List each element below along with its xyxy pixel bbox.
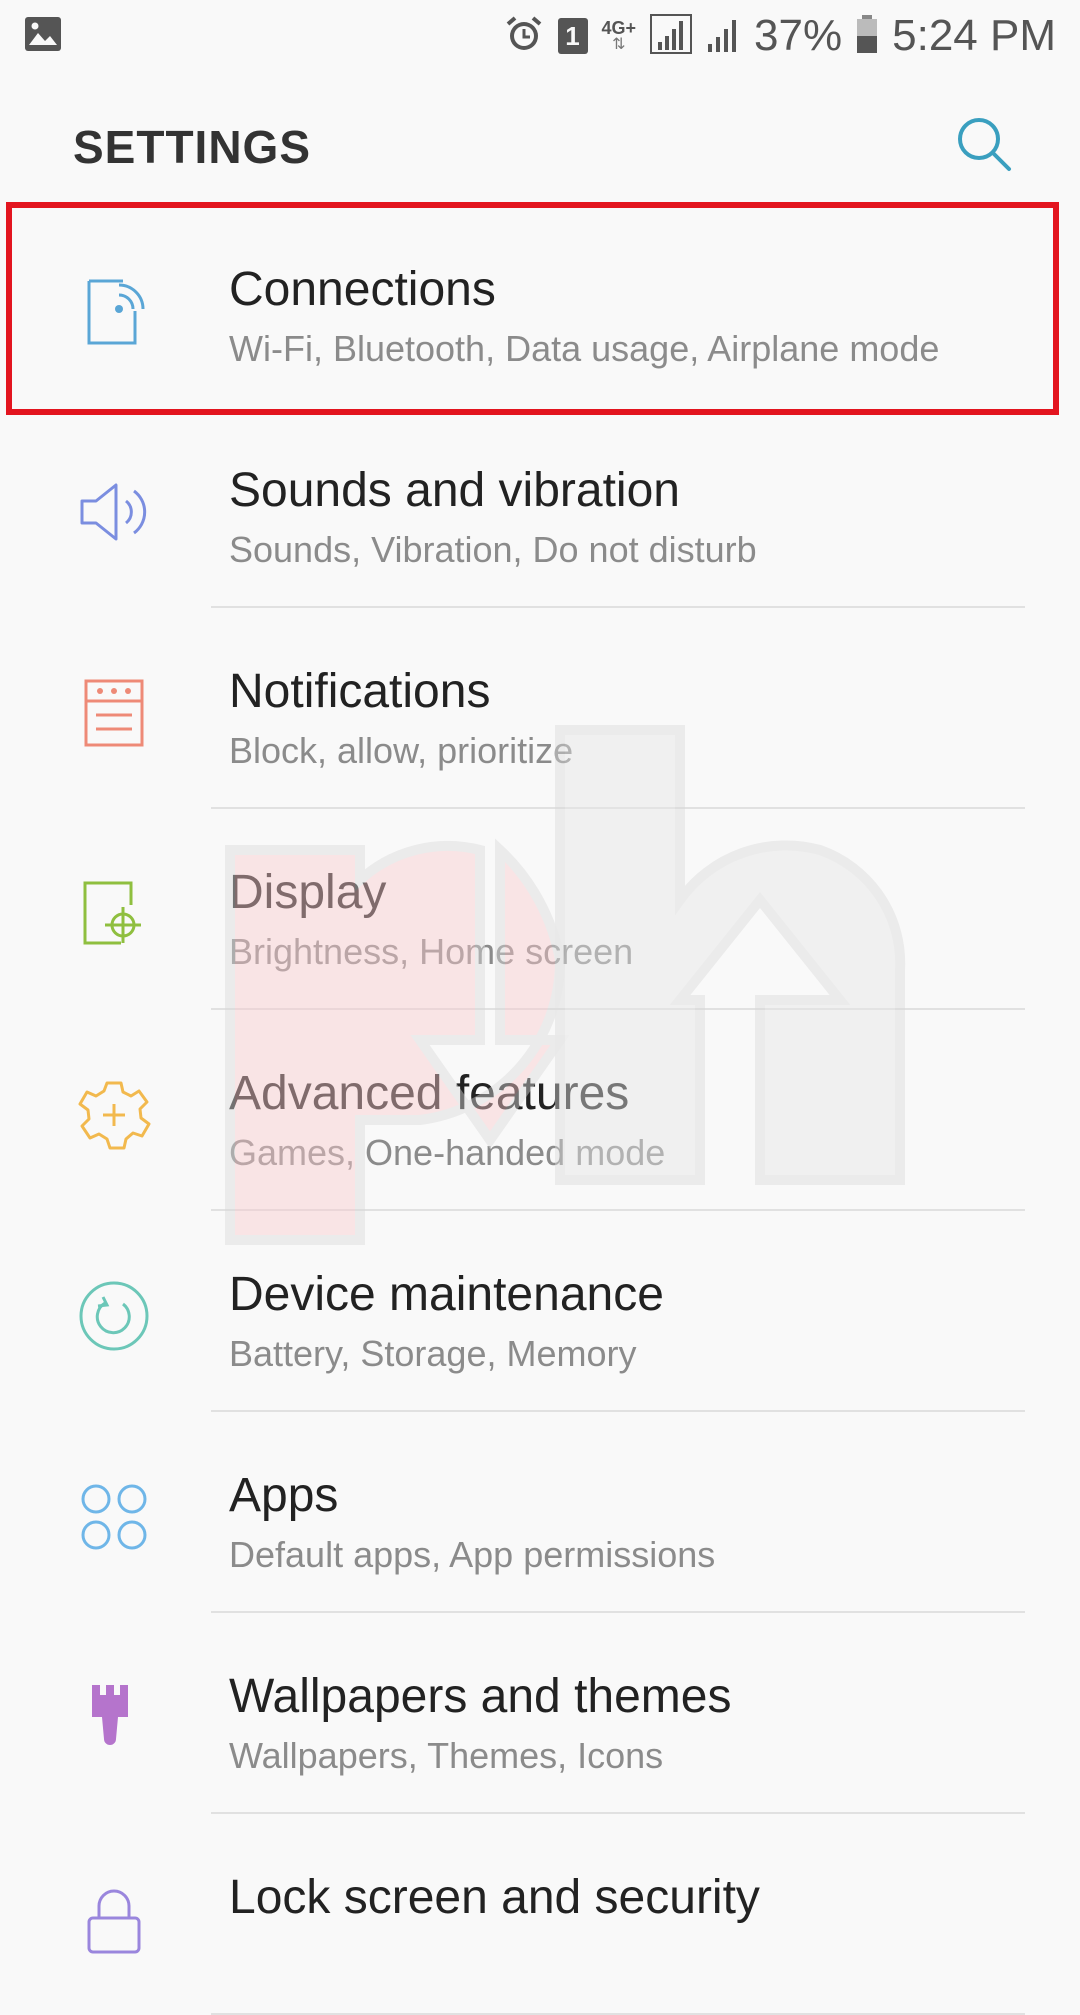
battery-percent: 37% (754, 11, 843, 60)
item-subtitle: Default apps, App permissions (229, 1534, 716, 1575)
gear-plus-icon (72, 1073, 156, 1157)
lock-icon (72, 1877, 156, 1961)
clock: 5:24 PM (892, 11, 1056, 60)
network-type-label: 4G+ (601, 18, 637, 38)
page-title: SETTINGS (73, 121, 312, 173)
item-title: Notifications (229, 665, 491, 718)
item-subtitle: Battery, Storage, Memory (229, 1333, 637, 1374)
brush-icon (72, 1676, 156, 1760)
settings-item-advanced-features[interactable]: Advanced features Games, One-handed mode (0, 1010, 1080, 1211)
notifications-icon (72, 671, 156, 755)
item-subtitle: Block, allow, prioritize (229, 730, 574, 771)
item-title: Advanced features (229, 1067, 630, 1120)
signal-icon (650, 13, 693, 59)
settings-item-notifications[interactable]: Notifications Block, allow, prioritize (0, 608, 1080, 809)
item-subtitle: Brightness, Home screen (229, 931, 634, 972)
item-title: Lock screen and security (229, 1871, 760, 1924)
search-button[interactable] (952, 112, 1016, 176)
battery-icon (856, 14, 878, 59)
signal-icon-2 (706, 14, 740, 59)
alarm-icon (504, 14, 544, 59)
item-subtitle: Games, One-handed mode (229, 1132, 666, 1173)
settings-item-display[interactable]: Display Brightness, Home screen (0, 809, 1080, 1010)
sim-icon: 1 (557, 18, 588, 54)
speaker-icon (72, 470, 156, 554)
item-title: Apps (229, 1469, 339, 1522)
item-title: Connections (229, 263, 496, 316)
settings-item-lock-screen[interactable]: Lock screen and security (0, 1814, 1080, 2015)
gallery-icon (24, 16, 62, 57)
connections-icon (72, 269, 156, 353)
maintenance-icon (72, 1274, 156, 1358)
settings-list: Connections Wi-Fi, Bluetooth, Data usage… (0, 206, 1080, 2015)
item-subtitle: Wallpapers, Themes, Icons (229, 1735, 664, 1776)
item-subtitle: Sounds, Vibration, Do not disturb (229, 529, 757, 570)
settings-item-wallpapers[interactable]: Wallpapers and themes Wallpapers, Themes… (0, 1613, 1080, 1814)
network-icon: 4G+ ⇅ (601, 18, 637, 53)
settings-item-connections[interactable]: Connections Wi-Fi, Bluetooth, Data usage… (0, 206, 1080, 407)
apps-icon (72, 1475, 156, 1559)
item-title: Display (229, 866, 387, 919)
status-bar: 1 4G+ ⇅ 37% 5:24 PM (0, 0, 1080, 72)
item-title: Wallpapers and themes (229, 1670, 732, 1723)
settings-item-device-maintenance[interactable]: Device maintenance Battery, Storage, Mem… (0, 1211, 1080, 1412)
search-icon (958, 118, 1011, 171)
display-icon (72, 872, 156, 956)
settings-item-sounds[interactable]: Sounds and vibration Sounds, Vibration, … (0, 407, 1080, 608)
settings-item-apps[interactable]: Apps Default apps, App permissions (0, 1412, 1080, 1613)
item-title: Sounds and vibration (229, 464, 680, 517)
item-subtitle: Wi-Fi, Bluetooth, Data usage, Airplane m… (229, 328, 940, 369)
item-title: Device maintenance (229, 1268, 664, 1321)
app-header: SETTINGS (0, 72, 1080, 222)
